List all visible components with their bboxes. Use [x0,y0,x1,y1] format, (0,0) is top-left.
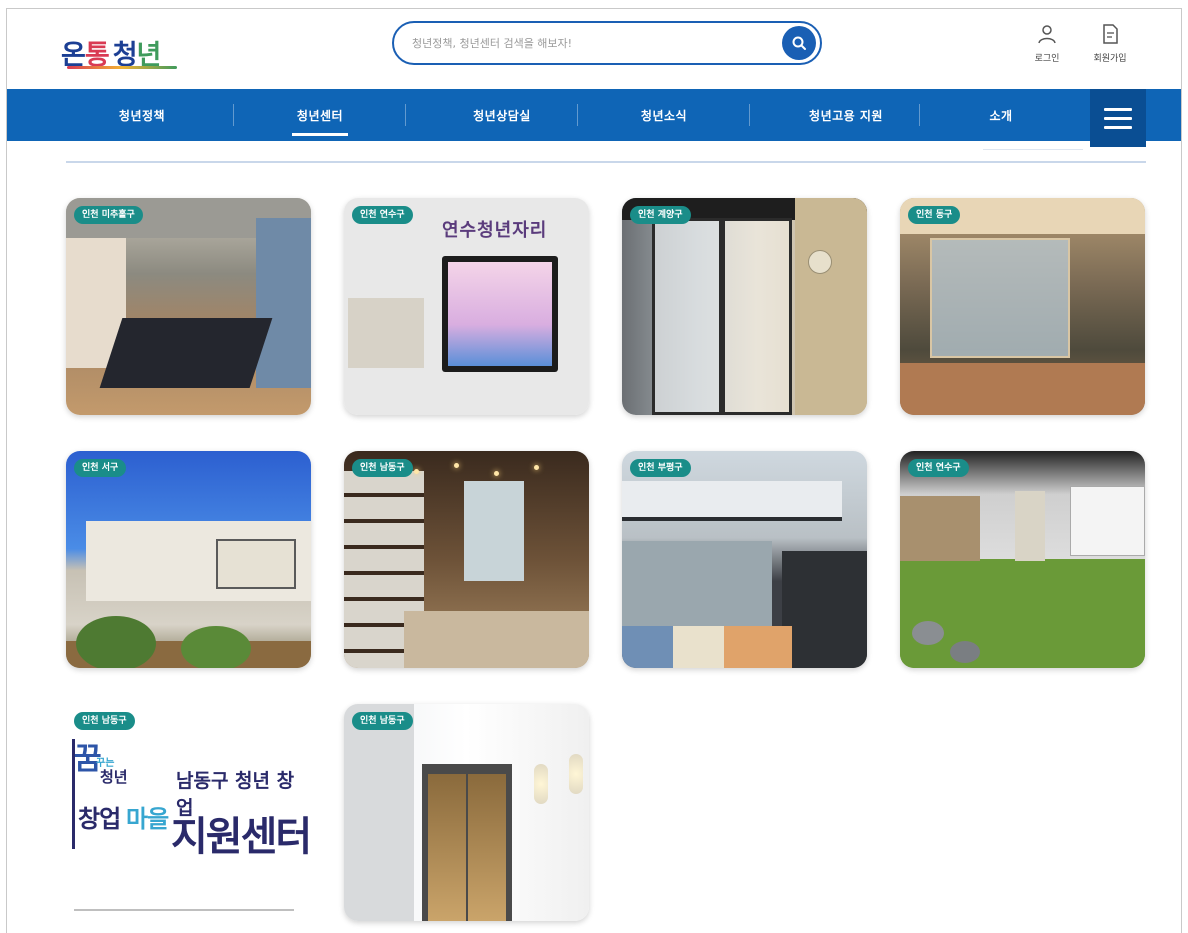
logo-underline [67,66,177,69]
center-card-bupyeong[interactable]: 인천 부평구 [622,451,867,668]
poster-text: 마을 [126,805,169,833]
center-region-badge: 인천 남동구 [352,712,413,730]
center-photo [900,451,1145,668]
center-region-badge: 인천 부평구 [630,459,691,477]
center-card-michuhol[interactable]: 인천 미추홀구 [66,198,311,415]
nav-item-youth-policy[interactable]: 청년정책 [67,89,217,141]
center-photo: 연수청년자리 [344,198,589,415]
center-sign-text: 연수청년자리 [442,220,548,241]
center-poster: 꿈 꾸는 청년 창업 마을 남동구 청년 창업 지원센터 [66,704,311,921]
content-divider [66,161,1146,163]
signup-label: 회원가입 [1093,54,1127,64]
center-photo [66,451,311,668]
logo-char-4: 년 [136,40,162,71]
poster-text: 청년 [100,768,128,786]
search-icon [792,36,806,50]
center-photo [622,451,867,668]
poster-text: 창업 [78,805,121,833]
nav-item-youth-counseling[interactable]: 청년상담실 [417,89,587,141]
center-photo [344,451,589,668]
center-region-badge: 인천 남동구 [74,712,135,730]
center-card-yeonsu-2[interactable]: 인천 연수구 [900,451,1145,668]
center-photo [900,198,1145,415]
search-input[interactable] [412,31,772,55]
center-photo [344,704,589,921]
center-card-namdong-2[interactable]: 인천 남동구 [344,704,589,921]
center-card-seogu[interactable]: 인천 서구 [66,451,311,668]
main-nav: 청년정책 청년센터 청년상담실 청년소식 청년고용 지원 소개 [7,89,1181,147]
logo-char-3: 청 [112,40,138,71]
nav-label: 소개 [989,108,1013,123]
nav-divider [405,104,406,126]
nav-label: 청년상담실 [473,108,531,123]
nav-label: 청년정책 [118,108,166,123]
center-region-badge: 인천 동구 [908,206,961,224]
logo-char-2: 통 [84,40,110,71]
center-region-badge: 인천 서구 [74,459,127,477]
menu-dropdown-edge [983,141,1083,150]
poster-text: 지원센터 [171,814,311,860]
nav-item-youth-employment[interactable]: 청년고용 지원 [761,89,931,141]
search-bar [392,21,822,65]
center-card-donggu[interactable]: 인천 동구 [900,198,1145,415]
nav-label: 청년센터 [296,108,344,123]
nav-divider [233,104,234,126]
center-region-badge: 인천 미추홀구 [74,206,143,224]
center-region-badge: 인천 연수구 [908,459,969,477]
user-icon [1038,25,1056,44]
site-header: 온 통 청 년 로그인 회원가입 [7,9,1181,89]
site-logo[interactable]: 온 통 청 년 [61,23,162,71]
login-label: 로그인 [1034,54,1060,64]
center-card-yeonsu[interactable]: 연수청년자리 인천 연수구 [344,198,589,415]
nav-divider [749,104,750,126]
center-region-badge: 인천 남동구 [352,459,413,477]
nav-active-indicator [292,133,348,136]
search-button[interactable] [782,26,816,60]
nav-item-youth-news[interactable]: 청년소식 [589,89,739,141]
center-card-namdong[interactable]: 인천 남동구 [344,451,589,668]
center-card-namdong-startup[interactable]: 꿈 꾸는 청년 창업 마을 남동구 청년 창업 지원센터 인천 남동구 [66,704,311,921]
nav-divider [919,104,920,126]
login-link[interactable]: 로그인 [1022,23,1072,64]
nav-item-about[interactable]: 소개 [931,89,1071,141]
logo-char-1: 온 [61,40,86,71]
nav-label: 청년소식 [640,108,688,123]
nav-label: 청년고용 지원 [809,108,883,123]
nav-divider [577,104,578,126]
center-photo [622,198,867,415]
center-region-badge: 인천 계양구 [630,206,691,224]
hamburger-icon[interactable] [1090,89,1146,147]
document-icon [1103,24,1118,44]
signup-link[interactable]: 회원가입 [1085,23,1135,64]
center-photo [66,198,311,415]
center-region-badge: 인천 연수구 [352,206,413,224]
center-card-gyeyang[interactable]: 인천 계양구 [622,198,867,415]
